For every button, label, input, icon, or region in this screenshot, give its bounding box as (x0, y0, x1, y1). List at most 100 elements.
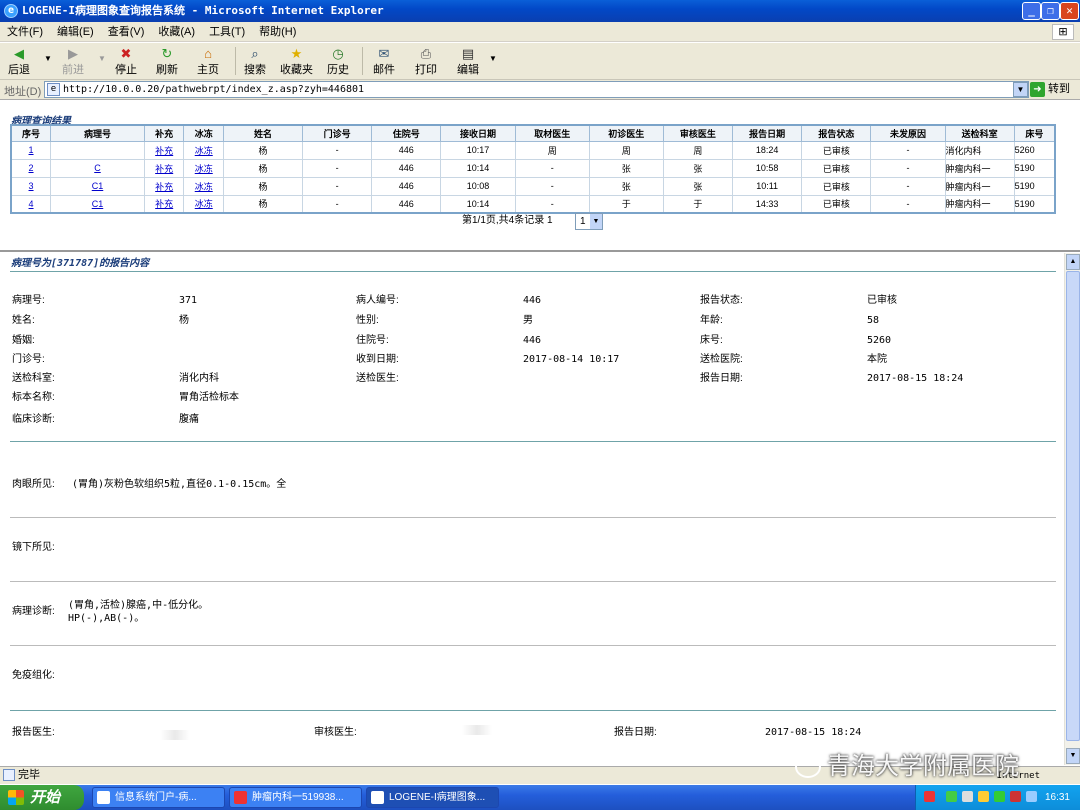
minimize-button[interactable]: _ (1022, 2, 1041, 20)
table-cell: 3 (10, 176, 52, 196)
task-label: LOGENE-I病理图象... (389, 792, 486, 803)
field-label: 住院号: (356, 335, 389, 346)
history-label: 历史 (327, 64, 349, 76)
pathology-no-link[interactable]: C1 (92, 199, 104, 209)
table-cell: 于 (588, 194, 664, 214)
tray-icon[interactable] (1010, 791, 1021, 802)
stop-button[interactable]: ✖ 停止 (115, 46, 137, 76)
table-cell: C1 (50, 176, 145, 196)
table-cell: - (870, 194, 946, 214)
cell-text: 周 (693, 145, 703, 156)
go-arrow-icon: ➜ (1030, 82, 1045, 97)
field-value: 446 (523, 335, 542, 346)
cell-text: 446 (398, 163, 414, 173)
tray-icon[interactable] (924, 791, 935, 802)
field-value: 371 (179, 295, 198, 306)
table-cell: 5190 (1013, 158, 1056, 178)
tray-icon[interactable] (946, 791, 957, 802)
printer-icon: ⎙ (420, 46, 432, 61)
taskbar: 开始 信息系统门户-病... 肿瘤内科一519938... LOGENE-I病理… (0, 785, 1080, 810)
table-cell: 补充 (143, 194, 185, 214)
table-cell: 杨 (223, 176, 304, 196)
stop-icon: ✖ (120, 46, 132, 61)
tray-icon[interactable] (978, 791, 989, 802)
cell-text: 周 (621, 145, 631, 156)
search-button[interactable]: ⌕ 搜索 (244, 46, 266, 76)
menu-view[interactable]: 查看(V) (101, 22, 152, 42)
address-bar: 地址(D) e http://10.0.0.20/pathwebrpt/inde… (0, 80, 1080, 100)
menu-help[interactable]: 帮助(H) (252, 22, 303, 42)
page-select[interactable]: 1 ▼ (575, 213, 603, 230)
redacted-reporter (160, 730, 190, 740)
forward-button[interactable]: ▶ 前进 (62, 46, 84, 76)
table-cell: 446 (371, 140, 442, 160)
redacted-reviewer (462, 725, 492, 735)
close-button[interactable]: ✕ (1060, 2, 1079, 20)
refresh-button[interactable]: ↻ 刷新 (156, 46, 178, 76)
frozen-link[interactable]: 冰冻 (195, 164, 213, 174)
supplement-link[interactable]: 补充 (155, 199, 173, 209)
supplement-link[interactable]: 补充 (155, 146, 173, 156)
back-dropdown[interactable]: ▼ (44, 53, 52, 65)
pathology-no-link[interactable]: C1 (92, 181, 104, 191)
maximize-button[interactable]: ❐ (1041, 2, 1060, 20)
history-button[interactable]: ◷ 历史 (327, 46, 349, 76)
tray-icon[interactable] (1026, 791, 1037, 802)
cell-text: - (550, 163, 554, 173)
go-button[interactable]: ➜ 转到 (1030, 81, 1076, 98)
task-portal[interactable]: 信息系统门户-病... (92, 787, 225, 808)
edit-button[interactable]: ▤ 编辑 (457, 46, 479, 76)
table-cell: 5190 (1013, 176, 1056, 196)
home-label: 主页 (197, 64, 219, 76)
tray-icon[interactable] (962, 791, 973, 802)
table-cell: 周 (662, 140, 733, 160)
menu-file[interactable]: 文件(F) (0, 22, 50, 42)
row-index-link[interactable]: 2 (29, 163, 34, 173)
scroll-up-icon[interactable]: ▲ (1066, 254, 1080, 270)
frozen-link[interactable]: 冰冻 (195, 182, 213, 192)
edit-dropdown[interactable]: ▼ (489, 53, 497, 65)
field-value: 已审核 (867, 295, 897, 306)
start-button[interactable]: 开始 (0, 785, 84, 810)
table-row[interactable]: 4 C1 补充 冰冻 杨 - 446 10:14 - 于 于 14:33 已审核 - 肿瘤内科一 5190 (10, 194, 1056, 214)
address-label: 地址(D) (4, 86, 42, 98)
menu-tools[interactable]: 工具(T) (202, 22, 252, 42)
favorites-button[interactable]: ★ 收藏夹 (280, 46, 313, 76)
row-index-link[interactable]: 3 (29, 181, 34, 191)
scroll-thumb[interactable] (1066, 271, 1080, 741)
print-button[interactable]: ⎙ 打印 (415, 46, 437, 76)
task-logene[interactable]: LOGENE-I病理图象... (366, 787, 499, 808)
table-row[interactable]: 3 C1 补充 冰冻 杨 - 446 10:08 - 张 张 10:11 已审核 - 肿瘤内科一 5190 (10, 176, 1056, 196)
task-oncology[interactable]: 肿瘤内科一519938... (229, 787, 362, 808)
home-button[interactable]: ⌂ 主页 (197, 46, 219, 76)
tray-icon[interactable] (994, 791, 1005, 802)
column-header: 补充 (143, 124, 185, 142)
table-cell: 补充 (143, 158, 185, 178)
address-dropdown[interactable]: ▼ (1013, 82, 1028, 97)
pathology-no-link[interactable]: C (94, 163, 101, 173)
address-input[interactable]: e http://10.0.0.20/pathwebrpt/index_z.as… (44, 81, 1029, 98)
ie-icon: e (4, 4, 18, 18)
forward-arrow-icon: ▶ (68, 46, 78, 61)
supplement-link[interactable]: 补充 (155, 182, 173, 192)
table-cell: 杨 (223, 140, 304, 160)
forward-dropdown[interactable]: ▼ (98, 53, 106, 65)
vertical-scrollbar[interactable]: ▲ ▼ (1064, 253, 1080, 765)
pager-text: 第1/1页,共4条记录 1 (462, 215, 553, 226)
table-row[interactable]: 1 补充 冰冻 杨 - 446 10:17 周 周 周 18:24 已审核 - 消化内科 5260 (10, 140, 1056, 160)
supplement-link[interactable]: 补充 (155, 164, 173, 174)
row-index-link[interactable]: 1 (29, 145, 34, 155)
frozen-link[interactable]: 冰冻 (195, 199, 213, 209)
row-index-link[interactable]: 4 (29, 199, 34, 209)
ie-icon (371, 791, 384, 804)
menu-edit[interactable]: 编辑(E) (50, 22, 101, 42)
cell-text: - (335, 145, 339, 155)
mail-button[interactable]: ✉ 邮件 (373, 46, 395, 76)
divider (10, 517, 1056, 518)
table-row[interactable]: 2 C 补充 冰冻 杨 - 446 10:14 - 张 张 10:58 已审核 - 肿瘤内科一 5190 (10, 158, 1056, 178)
frozen-link[interactable]: 冰冻 (195, 146, 213, 156)
menu-favorites[interactable]: 收藏(A) (151, 22, 202, 42)
scroll-down-icon[interactable]: ▼ (1066, 748, 1080, 764)
back-button[interactable]: ◀ 后退 (8, 46, 30, 76)
table-cell: 张 (588, 176, 664, 196)
